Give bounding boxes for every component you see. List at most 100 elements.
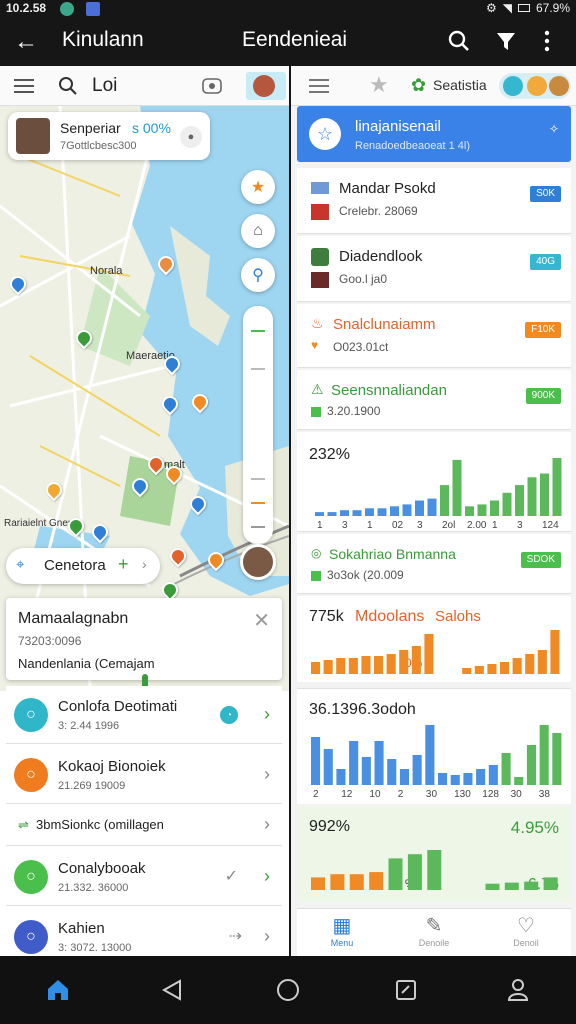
expand-icon[interactable]: ✧ <box>549 122 559 136</box>
chart-bar <box>524 881 539 890</box>
star-icon[interactable]: ★ <box>369 72 389 98</box>
list-item-title: Kokaoj Bionoiek <box>58 758 166 775</box>
back-arrow-icon[interactable]: ← <box>14 28 38 56</box>
zoom-out-icon[interactable] <box>251 526 265 528</box>
stat-card[interactable]: Diadendlook Goo.l ja0 40G <box>297 236 571 302</box>
stat-card-title: Snalclunaiamm <box>333 316 436 333</box>
chevron-right-icon[interactable]: › <box>264 926 270 947</box>
filter-icon[interactable] <box>495 30 517 52</box>
chart-bar <box>388 858 403 890</box>
toggle-pill[interactable] <box>499 73 571 99</box>
chart-bar <box>336 769 346 785</box>
star-badge-icon: ☆ <box>309 118 341 150</box>
search-text[interactable]: Loi <box>92 75 117 97</box>
list-item[interactable]: ○ Conlofa Deotimati 3: 2.44 1996 ◔ › <box>6 686 282 744</box>
x-tick-label: 2ol <box>442 520 455 531</box>
chart-bar <box>502 492 512 516</box>
legend-swatch <box>311 406 321 417</box>
list-item-sub: 3: 3072. 13000 <box>58 942 132 954</box>
center-location-button[interactable]: ⌖ Cenetora + › <box>6 548 160 584</box>
chart-bar <box>330 874 345 890</box>
list-item-title: Conlofa Deotimati <box>58 698 178 715</box>
map-label: Rariaielnt Gnen <box>4 518 73 529</box>
profile-icon[interactable] <box>506 978 530 1002</box>
search-icon[interactable] <box>58 76 78 96</box>
chart-card-1: 232% 1 3 1 02 3 2ol 2.00 1 3 124 <box>297 432 571 532</box>
place-icon: ○ <box>14 698 48 732</box>
stat-card[interactable]: ♨ Snalclunaiamm ♥ O023.01ct F10K <box>297 304 571 368</box>
tab-menu[interactable]: ▦ Menu <box>317 913 367 956</box>
tab-statistics[interactable]: Seatistia <box>433 77 487 93</box>
x-tick-label: 30 <box>426 789 438 800</box>
chart-bar <box>501 753 511 785</box>
profile-tab[interactable] <box>246 72 286 100</box>
stat-card-title: Mandar Psokd <box>339 180 436 197</box>
x-tick-label: 128 <box>482 789 499 800</box>
chevron-right-icon[interactable]: › <box>264 866 270 887</box>
list-item-sub: 21.332. 36000 <box>58 882 129 894</box>
chart-bar <box>424 634 434 674</box>
place-icon: ○ <box>14 758 48 792</box>
place-detail-card[interactable]: Mamaalagnabn 73203:0096 Nandenlania (Cem… <box>6 598 282 692</box>
chart-bar <box>427 850 442 890</box>
list-item-sub: 21.269 19009 <box>58 780 126 792</box>
chart-card-2: 775k Mdoolans Salohs 0% <box>297 596 571 682</box>
stat-badge: 900K <box>525 388 561 404</box>
list-item[interactable]: ○ Kokaoj Bionoiek 21.269 19009 › <box>6 746 282 804</box>
recents-icon[interactable] <box>394 978 418 1002</box>
chart-bar <box>412 755 422 785</box>
stat-card-sub-wrap: 3.20.1900 <box>311 404 380 418</box>
list-item-sub: 3: 2.44 1996 <box>58 720 120 732</box>
circle-home-icon[interactable] <box>276 978 300 1002</box>
list-item[interactable]: ○ Conalybooak 21.332. 36000 ✓ › <box>6 848 282 906</box>
place-icon: ○ <box>14 920 48 954</box>
chevron-right-icon[interactable]: › <box>264 764 270 785</box>
more-vert-icon[interactable] <box>543 30 551 52</box>
zoom-slider[interactable] <box>243 306 273 544</box>
place-line-1: 73203:0096 <box>18 634 82 648</box>
back-icon[interactable] <box>160 978 184 1002</box>
zoom-handle[interactable] <box>251 502 265 504</box>
check-icon: ✓ <box>224 868 238 885</box>
chart-bar <box>485 883 500 890</box>
navigation-icon[interactable]: ⚲ <box>241 258 275 292</box>
info-icon[interactable]: ● <box>180 126 202 148</box>
chart-bar <box>402 504 412 516</box>
share-icon[interactable]: ⇢ <box>229 926 242 946</box>
chart-bar <box>477 504 487 516</box>
chart-bar <box>387 759 397 785</box>
search-icon[interactable] <box>448 30 470 52</box>
settings-status-icon: ⚙ <box>485 1 497 15</box>
chevron-right-icon[interactable]: › <box>264 814 270 835</box>
chevron-right-icon[interactable]: › <box>264 704 270 725</box>
center-title: Eendenieai <box>242 28 348 51</box>
center-label: Cenetora <box>44 557 106 574</box>
home-icon[interactable] <box>46 978 70 1002</box>
list-item[interactable]: ⇌ 3bmSionkc (omillagen › <box>6 806 282 846</box>
add-icon[interactable]: + <box>118 554 129 575</box>
list-item[interactable]: ○ Kahien 3: 3072. 13000 ⇢ › <box>6 908 282 956</box>
chart-bar <box>476 769 486 785</box>
menu-icon[interactable] <box>14 78 34 94</box>
route-icon[interactable]: ⌂ <box>241 214 275 248</box>
tab-details[interactable]: ✎ Denoile <box>409 913 459 956</box>
user-avatar-button[interactable] <box>240 544 276 580</box>
menu-icon[interactable] <box>309 78 329 94</box>
x-tick-label: 1 <box>492 520 498 531</box>
zoom-in-icon[interactable] <box>251 330 265 332</box>
stat-card[interactable]: Mandar Psokd Crelebr. 28069 S0K <box>297 168 571 234</box>
tab-label: Denoil <box>513 938 539 948</box>
layers-icon[interactable] <box>200 74 224 98</box>
card-thumb-icon <box>311 182 329 194</box>
place-icon: ○ <box>14 860 48 894</box>
close-icon[interactable]: ✕ <box>253 608 270 633</box>
pin-icon: ⌖ <box>16 556 25 573</box>
app-bar: ← Kinulann Eendenieai <box>0 18 576 66</box>
tab-saved[interactable]: ♡ Denoil <box>501 913 551 956</box>
chart-card-4: 992% 4.95% % 6.76 <box>297 806 571 902</box>
chart-bar <box>349 741 359 785</box>
stat-card[interactable]: ◎ Sokahriao Bnmanna 3o3ok (20.009 SDOK <box>297 534 571 594</box>
stat-card[interactable]: ⚠ Seensnnaliandan 3.20.1900 900K <box>297 370 571 430</box>
location-card[interactable]: Senperiar s 00% 7Gottlcbesc300 ● <box>8 112 210 160</box>
favorite-star-icon[interactable]: ★ <box>241 170 275 204</box>
